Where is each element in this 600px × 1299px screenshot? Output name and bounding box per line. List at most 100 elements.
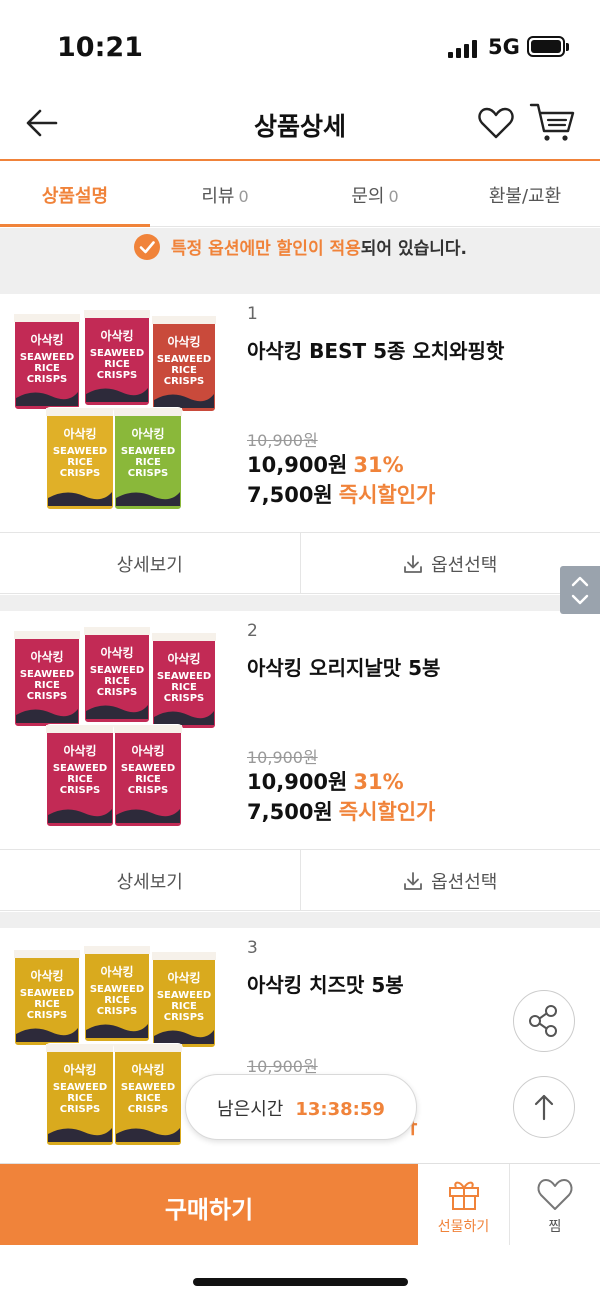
tab-inquiry[interactable]: 문의 0 — [300, 163, 450, 226]
svg-text:아삭킹: 아삭킹 — [131, 743, 164, 758]
svg-text:RICE: RICE — [34, 680, 60, 691]
final-price-tag: 즉시할인가 — [338, 800, 436, 824]
snack-bag: 아삭킹 SEAWEEDRICECRISPS — [151, 951, 217, 1049]
svg-text:CRISPS: CRISPS — [164, 693, 205, 704]
battery-icon — [527, 36, 569, 57]
svg-text:아삭킹: 아삭킹 — [63, 426, 96, 441]
svg-text:SEAWEED: SEAWEED — [121, 446, 175, 457]
option-select-button[interactable]: 옵션선택 — [299, 850, 600, 910]
discount-rate: 31% — [353, 770, 404, 794]
status-time: 10:21 — [57, 32, 143, 63]
product-item[interactable]: 아삭킹 SEAWEED RICE CRISPS 아삭킹 SEAWEED RICE CRISPS… — [0, 294, 600, 532]
review-count: 0 — [238, 187, 249, 206]
svg-text:CRISPS: CRISPS — [27, 1010, 68, 1021]
snack-bag: 아삭킹 SEAWEEDRICECRISPS — [45, 1043, 115, 1147]
snack-bag: 아삭킹 SEAWEEDRICECRISPS — [113, 724, 183, 828]
svg-text:아삭킹: 아삭킹 — [100, 328, 133, 343]
svg-text:아삭킹: 아삭킹 — [167, 970, 200, 985]
section-divider — [0, 912, 600, 928]
home-indicator — [193, 1278, 408, 1286]
snack-bag: 아삭킹 SEAWEEDRICECRISPS — [83, 945, 151, 1043]
network-label: 5G — [488, 35, 520, 59]
svg-text:CRISPS: CRISPS — [97, 370, 138, 381]
svg-text:RICE: RICE — [135, 457, 161, 468]
svg-text:RICE: RICE — [67, 774, 93, 785]
scroll-nav-tab[interactable] — [560, 566, 600, 614]
snack-bag: 아삭킹 SEAWEEDRICECRISPS — [83, 309, 151, 407]
bottom-action-bar: 구매하기 선물하기 찜 — [0, 1163, 600, 1245]
svg-text:RICE: RICE — [67, 1093, 93, 1104]
svg-text:RICE: RICE — [104, 995, 130, 1006]
svg-text:아삭킹: 아삭킹 — [30, 332, 63, 347]
svg-text:SEAWEED: SEAWEED — [90, 665, 144, 676]
app-header: 상품상세 — [0, 95, 600, 161]
svg-text:아삭킹: 아삭킹 — [131, 1062, 164, 1077]
svg-text:SEAWEED: SEAWEED — [157, 990, 211, 1001]
detail-button[interactable]: 상세보기 — [0, 533, 300, 593]
svg-text:RICE: RICE — [67, 457, 93, 468]
svg-text:SEAWEED: SEAWEED — [20, 988, 74, 999]
svg-text:RICE: RICE — [135, 1093, 161, 1104]
gift-button[interactable]: 선물하기 — [418, 1164, 510, 1245]
svg-text:SEAWEED: SEAWEED — [53, 1082, 107, 1093]
wishlist-button[interactable]: 찜 — [510, 1164, 600, 1245]
snack-bag: 아삭킹 SEAWEEDRICECRISPS — [151, 632, 217, 730]
svg-text:아삭킹: 아삭킹 — [167, 334, 200, 349]
svg-text:SEAWEED: SEAWEED — [90, 348, 144, 359]
svg-text:RICE: RICE — [104, 359, 130, 370]
snack-bag: 아삭킹 SEAWEEDRICECRISPS — [13, 949, 81, 1047]
svg-text:SEAWEED: SEAWEED — [157, 354, 211, 365]
product-tabs: 상품설명 리뷰 0 문의 0 환불/교환 — [0, 163, 600, 227]
product-image[interactable]: 아삭킹SEAWEEDRICECRISPS아삭킹SEAWEEDRICECRISPS… — [12, 304, 234, 524]
gift-icon — [449, 1181, 479, 1210]
cart-icon[interactable] — [528, 99, 576, 143]
svg-text:CRISPS: CRISPS — [60, 785, 101, 796]
snack-bag: 아삭킹 SEAWEEDRICECRISPS — [45, 724, 115, 828]
chevron-up-icon[interactable] — [560, 566, 600, 614]
svg-text:아삭킹: 아삭킹 — [30, 968, 63, 983]
product-image[interactable]: 아삭킹SEAWEEDRICECRISPS아삭킹SEAWEEDRICECRISPS… — [12, 621, 234, 841]
svg-text:RICE: RICE — [171, 682, 197, 693]
buy-button[interactable]: 구매하기 — [0, 1164, 418, 1245]
check-circle-icon — [133, 234, 160, 260]
svg-text:SEAWEED: SEAWEED — [157, 671, 211, 682]
svg-text:SEAWEED: SEAWEED — [121, 763, 175, 774]
svg-text:RICE: RICE — [34, 363, 60, 374]
heart-icon[interactable] — [476, 103, 516, 143]
svg-text:아삭킹: 아삭킹 — [30, 649, 63, 664]
countdown-timer: 남은시간 13:38:59 — [185, 1074, 417, 1140]
svg-text:CRISPS: CRISPS — [128, 468, 169, 479]
svg-text:CRISPS: CRISPS — [128, 785, 169, 796]
option-select-button[interactable]: 옵션선택 — [299, 533, 600, 593]
svg-text:SEAWEED: SEAWEED — [121, 1082, 175, 1093]
inquiry-count: 0 — [388, 187, 399, 206]
share-button[interactable] — [513, 990, 575, 1052]
svg-text:아삭킹: 아삭킹 — [100, 964, 133, 979]
status-bar: 10:21 5G — [0, 0, 600, 95]
product-index: 3 — [247, 938, 258, 958]
svg-text:CRISPS: CRISPS — [97, 687, 138, 698]
snack-bag: 아삭킹 SEAWEEDRICECRISPS — [151, 315, 217, 413]
arrow-up-icon — [534, 1094, 554, 1121]
detail-button[interactable]: 상세보기 — [0, 850, 300, 910]
svg-text:RICE: RICE — [171, 1001, 197, 1012]
product-actions: 상세보기 옵션선택 — [0, 532, 600, 594]
product-name: 아삭킹 오리지날맛 5봉 — [247, 656, 441, 680]
svg-text:RICE: RICE — [34, 999, 60, 1010]
svg-text:RICE: RICE — [135, 774, 161, 785]
tab-refund[interactable]: 환불/교환 — [450, 163, 600, 226]
snack-bag: 아삭킹 SEAWEEDRICECRISPS — [13, 313, 81, 411]
tab-reviews[interactable]: 리뷰 0 — [150, 163, 300, 226]
svg-text:CRISPS: CRISPS — [164, 376, 205, 387]
snack-bag: 아삭킹 SEAWEEDRICECRISPS — [113, 407, 183, 511]
product-actions: 상세보기 옵션선택 — [0, 849, 600, 911]
final-price: 7,500원 즉시할인가 — [247, 800, 436, 824]
discount-notice: 특정 옵션에만 할인이 적용되어 있습니다. — [0, 228, 600, 294]
svg-text:아삭킹: 아삭킹 — [63, 743, 96, 758]
product-item[interactable]: 아삭킹 SEAWEED RICE CRISPS 아삭킹 SEAWEED RICE CRISPS… — [0, 611, 600, 849]
tab-description[interactable]: 상품설명 — [0, 163, 150, 227]
discount-rate: 31% — [353, 453, 404, 477]
svg-text:CRISPS: CRISPS — [97, 1006, 138, 1017]
svg-text:SEAWEED: SEAWEED — [53, 763, 107, 774]
scroll-top-button[interactable] — [513, 1076, 575, 1138]
